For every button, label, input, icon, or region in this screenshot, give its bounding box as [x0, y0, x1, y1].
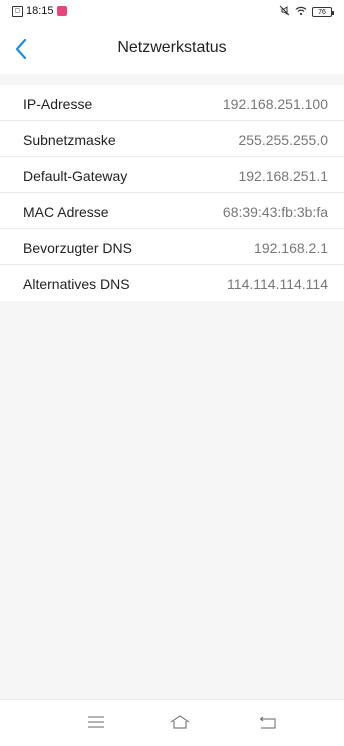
home-icon [170, 715, 190, 729]
page-title: Netzwerkstatus [117, 39, 227, 56]
info-value: 192.168.251.100 [222, 96, 328, 112]
info-label: Alternatives DNS [23, 276, 130, 292]
info-label: Default-Gateway [23, 168, 128, 184]
status-left: ▢ 18:15 [12, 5, 67, 17]
status-bar: ▢ 18:15 76 [0, 0, 344, 24]
info-row-default-gateway: Default-Gateway 192.168.251.1 [0, 157, 344, 193]
wifi-icon [295, 6, 307, 19]
mute-icon [279, 5, 290, 19]
menu-icon [88, 716, 104, 728]
notification-icon: ▢ [12, 5, 23, 17]
app-header: Netzwerkstatus [0, 24, 344, 74]
info-label: MAC Adresse [23, 204, 109, 220]
info-value: 68:39:43:fb:3b:fa [222, 204, 328, 220]
network-info-list: IP-Adresse 192.168.251.100 Subnetzmaske … [0, 85, 344, 301]
info-label: IP-Adresse [23, 96, 93, 112]
info-value: 192.168.2.1 [254, 240, 328, 256]
info-row-preferred-dns: Bevorzugter DNS 192.168.2.1 [0, 229, 344, 265]
info-row-mac-address: MAC Adresse 68:39:43:fb:3b:fa [0, 193, 344, 229]
status-right: 76 [279, 5, 334, 19]
info-value: 255.255.255.0 [238, 132, 328, 148]
info-row-alternate-dns: Alternatives DNS 114.114.114.114 [0, 265, 344, 301]
info-label: Bevorzugter DNS [23, 240, 132, 256]
app-notification-icon [56, 6, 67, 16]
return-icon [260, 716, 276, 729]
home-button[interactable] [165, 710, 195, 734]
battery-icon: 76 [312, 7, 334, 17]
info-value: 114.114.114.114 [227, 276, 328, 292]
system-nav-bar [0, 699, 344, 746]
info-value: 192.168.251.1 [238, 168, 328, 184]
back-nav-button[interactable] [254, 710, 284, 734]
status-time: 18:15 [26, 5, 54, 17]
menu-button[interactable] [81, 710, 111, 734]
info-label: Subnetzmaske [23, 132, 116, 148]
info-row-subnet-mask: Subnetzmaske 255.255.255.0 [0, 121, 344, 157]
info-row-ip-address: IP-Adresse 192.168.251.100 [0, 85, 344, 121]
